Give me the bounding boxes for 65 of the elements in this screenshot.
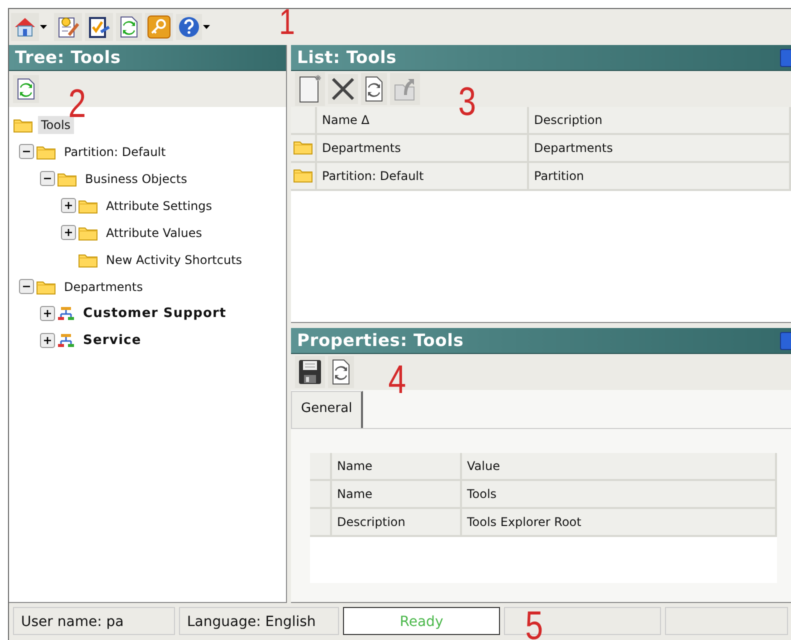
status-message: Ready — [343, 607, 500, 635]
help-icon[interactable] — [176, 14, 202, 40]
folder-icon — [293, 138, 313, 154]
collapse-toggle[interactable] — [19, 144, 34, 159]
tree-item[interactable]: Attribute Values — [103, 224, 206, 242]
tree-item[interactable]: Departments — [61, 278, 146, 296]
new-document-icon[interactable] — [295, 72, 325, 106]
table-cell: Tools — [461, 480, 776, 508]
table-cell: Partition: Default — [316, 162, 528, 190]
caret-icon[interactable] — [203, 25, 210, 29]
house-icon[interactable] — [11, 13, 39, 41]
expand-toggle[interactable] — [40, 306, 55, 321]
collapse-toggle[interactable] — [40, 171, 55, 186]
org-chart-icon — [57, 306, 75, 322]
table-cell: Departments — [316, 134, 528, 162]
panel-title: Properties: Tools — [297, 330, 464, 352]
expand-toggle[interactable] — [61, 225, 76, 240]
folder-icon — [13, 116, 33, 132]
folder-icon — [36, 278, 56, 294]
column-header[interactable]: Description — [528, 107, 790, 134]
org-chart-icon — [57, 332, 75, 348]
tree-item[interactable]: New Activity Shortcuts — [103, 250, 246, 268]
status-user: User name: pa — [13, 607, 175, 635]
table-cell: Tools Explorer Root — [461, 508, 776, 536]
table-cell: Partition — [528, 162, 790, 190]
expand-toggle[interactable] — [61, 198, 76, 213]
refresh-icon[interactable] — [116, 13, 142, 41]
panel-title: Tree: Tools — [15, 46, 121, 70]
refresh-icon[interactable] — [328, 356, 354, 388]
status-language: Language: English — [179, 607, 339, 635]
tree-item[interactable]: Partition: Default — [61, 142, 169, 160]
checklist-icon[interactable] — [85, 13, 113, 41]
column-header — [310, 453, 331, 480]
refresh-icon[interactable] — [361, 73, 387, 105]
folder-icon — [36, 144, 56, 160]
notepad-icon[interactable] — [54, 13, 82, 41]
callout-number: 5 — [525, 603, 544, 640]
folder-icon — [78, 224, 98, 240]
column-header: Value — [461, 453, 776, 480]
caret-icon[interactable] — [40, 25, 47, 29]
tree-item[interactable]: Business Objects — [82, 170, 190, 188]
delete-icon[interactable] — [328, 74, 358, 104]
folder-icon — [78, 252, 98, 268]
tree-item[interactable]: Tools — [38, 116, 74, 134]
tree-item[interactable]: Customer Support — [80, 304, 230, 323]
refresh-icon[interactable] — [13, 75, 39, 103]
row-header — [310, 508, 331, 536]
folder-icon — [78, 198, 98, 214]
row-header — [310, 480, 331, 508]
column-header: Name — [331, 453, 461, 480]
tree-item[interactable]: Service — [80, 331, 144, 350]
folder-icon — [57, 170, 77, 186]
callout-number: 1 — [279, 9, 296, 43]
collapse-toggle[interactable] — [19, 279, 34, 294]
folder-icon — [293, 166, 313, 182]
callout-number: 4 — [388, 357, 406, 403]
key-icon[interactable] — [145, 13, 173, 41]
tree-item[interactable]: Attribute Settings — [103, 196, 216, 214]
table-cell: Departments — [528, 134, 790, 162]
tab[interactable]: General — [291, 391, 364, 428]
save-icon[interactable] — [295, 356, 325, 388]
expand-toggle[interactable] — [40, 333, 55, 348]
table-cell: Description — [331, 508, 461, 536]
panel-title: List: Tools — [297, 46, 397, 70]
table-cell: Name — [331, 480, 461, 508]
